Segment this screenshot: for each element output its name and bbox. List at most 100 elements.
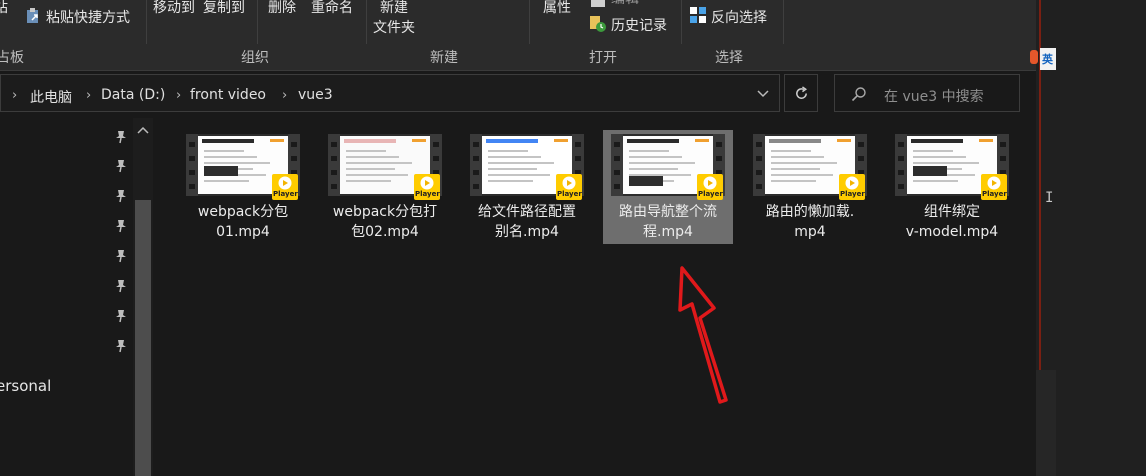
video-thumbnail: Player xyxy=(753,134,867,200)
player-app-badge: Player xyxy=(414,174,440,200)
file-name-line: 路由的懒加载. xyxy=(765,204,855,220)
refresh-button[interactable] xyxy=(784,74,818,112)
filmstrip xyxy=(753,134,765,196)
file-name-line: 包02.mp4 xyxy=(351,224,419,240)
search-icon xyxy=(851,87,866,102)
pin-icon[interactable] xyxy=(115,219,127,233)
player-label: Player xyxy=(273,190,298,198)
ribbon-separator xyxy=(257,0,258,44)
flame-icon xyxy=(1030,50,1038,64)
breadcrumb-folder[interactable]: front video xyxy=(190,87,266,103)
open-group-label: 打开 xyxy=(589,50,617,66)
invert-selection-button[interactable]: 反向选择 xyxy=(711,7,767,27)
filmstrip xyxy=(186,134,198,196)
pin-icon[interactable] xyxy=(115,189,127,203)
history-button[interactable]: 历史记录 xyxy=(611,15,667,35)
file-item[interactable]: Player 组件绑定 v-model.mp4 xyxy=(887,130,1017,244)
paste-button-partial[interactable]: 站 xyxy=(0,0,8,17)
chevron-right-icon: › xyxy=(282,88,288,103)
properties-button[interactable]: 属性 xyxy=(543,0,571,17)
move-to-button[interactable]: 移动到 xyxy=(153,0,195,17)
file-name: 路由导航整个流 程.mp4 xyxy=(603,202,733,242)
address-bar[interactable]: › 此电脑 › Data (D:) › front video › vue3 xyxy=(0,74,780,112)
play-icon xyxy=(420,176,434,190)
delete-button[interactable]: 删除 xyxy=(268,0,296,17)
scroll-up-icon[interactable] xyxy=(137,126,149,134)
ribbon: 站 粘贴快捷方式 占板 移动到 复制到 删除 重命名 组织 新建 文件夹 新建 … xyxy=(0,0,1036,71)
text-cursor-icon: I xyxy=(1045,190,1054,206)
file-name: webpack分包打 包02.mp4 xyxy=(320,202,450,242)
play-icon xyxy=(987,176,1001,190)
play-icon xyxy=(278,176,292,190)
breadcrumb-drive[interactable]: Data (D:) xyxy=(101,87,165,103)
file-name: 给文件路径配置 别名.mp4 xyxy=(462,202,592,242)
play-icon xyxy=(845,176,859,190)
ime-indicator[interactable]: 英 xyxy=(1040,48,1056,70)
file-name-line: webpack分包 xyxy=(197,204,289,220)
file-name: webpack分包 01.mp4 xyxy=(178,202,308,242)
new-folder-button-line1[interactable]: 新建 xyxy=(380,0,408,17)
pin-icon[interactable] xyxy=(115,279,127,293)
file-item[interactable]: Player webpack分包打 包02.mp4 xyxy=(320,130,450,244)
player-app-badge: Player xyxy=(697,174,723,200)
file-name-line: 程.mp4 xyxy=(643,224,693,240)
file-name-line: 01.mp4 xyxy=(216,224,270,240)
history-icon xyxy=(590,16,606,32)
pin-icon[interactable] xyxy=(115,159,127,173)
player-label: Player xyxy=(698,190,723,198)
chevron-right-icon: › xyxy=(86,88,92,103)
pin-icon[interactable] xyxy=(115,339,127,353)
copy-to-button[interactable]: 复制到 xyxy=(203,0,245,17)
player-label: Player xyxy=(415,190,440,198)
player-app-badge: Player xyxy=(272,174,298,200)
file-name-line: v-model.mp4 xyxy=(905,224,999,240)
annotation-arrow xyxy=(678,266,728,404)
player-app-badge: Player xyxy=(981,174,1007,200)
file-item[interactable]: Player webpack分包 01.mp4 xyxy=(178,130,308,244)
player-app-badge: Player xyxy=(839,174,865,200)
file-name-line: webpack分包打 xyxy=(332,204,438,220)
file-name-line: 别名.mp4 xyxy=(495,224,559,240)
sidebar-item-personal[interactable]: ersonal xyxy=(0,377,51,395)
search-input[interactable]: 在 vue3 中搜索 xyxy=(884,86,984,106)
pin-icon[interactable] xyxy=(115,309,127,323)
rename-button[interactable]: 重命名 xyxy=(311,0,353,17)
edit-button[interactable]: 编辑 xyxy=(611,0,639,8)
paste-shortcut-icon xyxy=(27,8,38,23)
search-box[interactable]: 在 vue3 中搜索 xyxy=(834,74,1020,112)
file-name-line: 组件绑定 xyxy=(924,204,980,220)
chevron-right-icon: › xyxy=(12,88,18,103)
file-name: 组件绑定 v-model.mp4 xyxy=(887,202,1017,242)
file-item[interactable]: Player 路由的懒加载. mp4 xyxy=(745,130,875,244)
breadcrumb-this-pc[interactable]: 此电脑 xyxy=(30,87,72,107)
pin-icon[interactable] xyxy=(115,249,127,263)
navigation-pane: ersonal xyxy=(0,118,154,476)
file-item[interactable]: Player 路由导航整个流 程.mp4 xyxy=(603,130,733,244)
organize-group-label: 组织 xyxy=(241,50,269,66)
invert-selection-icon xyxy=(690,7,706,23)
clipboard-group-label: 占板 xyxy=(0,50,24,66)
file-name-line: mp4 xyxy=(794,224,826,240)
player-label: Player xyxy=(982,190,1007,198)
filmstrip xyxy=(470,134,482,196)
pin-icon[interactable] xyxy=(115,130,127,144)
video-thumbnail: Player xyxy=(895,134,1009,200)
file-item[interactable]: Player 给文件路径配置 别名.mp4 xyxy=(462,130,592,244)
scrollbar-thumb[interactable] xyxy=(135,200,151,476)
new-folder-button-line2[interactable]: 文件夹 xyxy=(373,17,415,37)
video-thumbnail: Player xyxy=(328,134,442,200)
video-thumbnail: Player xyxy=(611,134,725,200)
file-name-line: 路由导航整个流 xyxy=(619,204,717,220)
breadcrumb-current[interactable]: vue3 xyxy=(298,87,333,103)
player-app-badge: Player xyxy=(556,174,582,200)
ribbon-separator xyxy=(783,0,784,44)
filmstrip xyxy=(328,134,340,196)
paste-shortcut-button[interactable]: 粘贴快捷方式 xyxy=(46,7,130,27)
edit-icon xyxy=(591,0,605,7)
video-thumbnail: Player xyxy=(186,134,300,200)
player-label: Player xyxy=(557,190,582,198)
background-window xyxy=(1036,370,1056,476)
play-icon xyxy=(562,176,576,190)
player-label: Player xyxy=(840,190,865,198)
chevron-down-icon[interactable] xyxy=(757,90,769,98)
